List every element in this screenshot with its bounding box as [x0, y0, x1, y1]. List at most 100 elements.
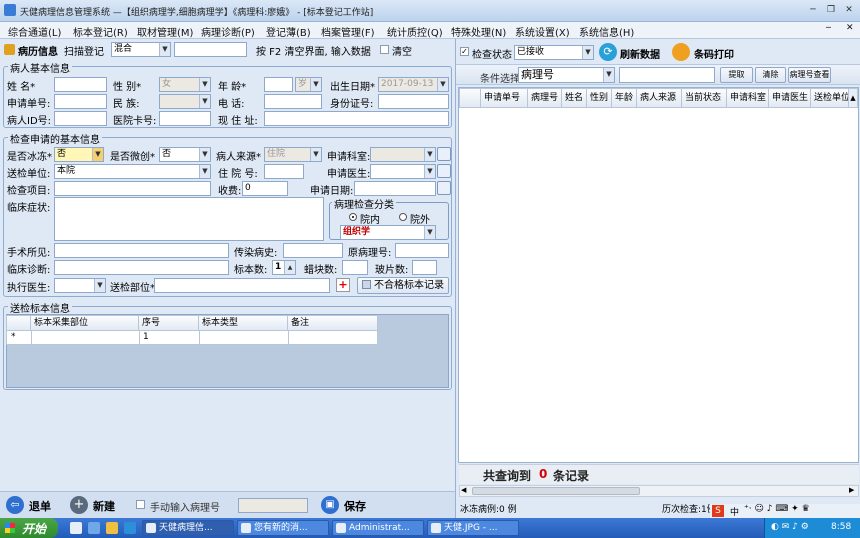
age-field[interactable] — [264, 77, 293, 92]
taskbar-item[interactable]: 您有新的消... — [237, 520, 329, 536]
quicklaunch-icon[interactable] — [106, 522, 118, 534]
scroll-up-icon[interactable]: ▲ — [848, 88, 858, 108]
card-field[interactable] — [159, 111, 211, 126]
menu-item[interactable]: 系统信息(H) — [579, 24, 634, 39]
table-row[interactable]: * 1 — [6, 330, 378, 345]
mdi-close-icon[interactable]: ✕ — [846, 23, 854, 33]
scan-mode-select[interactable]: 混合 ▼ — [111, 42, 171, 57]
menu-item[interactable]: 特殊处理(N) — [451, 24, 506, 39]
specimen-count-stepper[interactable]: 1 ▲ — [272, 260, 296, 275]
scroll-thumb[interactable] — [472, 487, 640, 495]
scroll-left-icon[interactable]: ◀ — [461, 486, 466, 494]
scroll-right-icon[interactable]: ▶ — [849, 486, 854, 494]
slide-field[interactable] — [412, 260, 437, 275]
new-button[interactable]: 新建 — [93, 498, 115, 514]
save-button[interactable]: 保存 — [344, 498, 366, 514]
mdi-minimize-icon[interactable]: ─ — [826, 23, 831, 32]
cond-select[interactable]: 病理号 ▼ — [518, 67, 615, 83]
age-unit-select[interactable]: 岁 ▼ — [295, 77, 322, 92]
send-unit-select[interactable]: 本院 ▼ — [54, 164, 211, 179]
cond-value-field[interactable] — [619, 67, 715, 83]
dob-field[interactable]: 2017-09-13 ▼ — [378, 77, 449, 92]
col-dept[interactable]: 申请科室 — [726, 88, 769, 108]
frozen-select[interactable]: 否 ▼ — [54, 147, 104, 162]
category-select[interactable]: 组织学 ▼ — [340, 225, 436, 240]
tray-icons[interactable]: ◐ ✉ ♪ ⚙ — [771, 522, 809, 532]
unqualified-record-button[interactable]: 不合格标本记录 — [357, 277, 449, 294]
col-path-no[interactable]: 病理号 — [527, 88, 562, 108]
col-req-no[interactable]: 申请单号 — [480, 88, 528, 108]
start-button[interactable]: 开始 — [0, 518, 58, 538]
quicklaunch-icon[interactable] — [70, 522, 82, 534]
infect-field[interactable] — [283, 243, 343, 258]
minimize-icon[interactable]: ─ — [806, 4, 820, 16]
part-field[interactable] — [154, 278, 330, 293]
symptom-textarea[interactable] — [54, 197, 324, 241]
ime-mode[interactable]: 中 — [730, 505, 739, 518]
quicklaunch-icon[interactable] — [124, 522, 136, 534]
radio-outside[interactable] — [399, 213, 407, 221]
barcode-print-button[interactable]: 条码打印 — [694, 46, 734, 61]
bed-field[interactable] — [264, 164, 304, 179]
menu-item[interactable]: 系统设置(X) — [515, 24, 570, 39]
name-field[interactable] — [54, 77, 107, 92]
status-select[interactable]: 已接收 ▼ — [514, 45, 594, 60]
taskbar-item[interactable]: Administrat... — [332, 520, 424, 536]
req-date-field[interactable] — [354, 181, 436, 196]
col-unit[interactable]: 送检单位 — [810, 88, 849, 108]
col-sex[interactable]: 性别 — [586, 88, 612, 108]
wax-field[interactable] — [342, 260, 368, 275]
sex-select[interactable]: 女 ▼ — [159, 77, 211, 92]
fee-field[interactable]: 0 — [242, 181, 288, 196]
surgery-field[interactable] — [54, 243, 229, 258]
close-icon[interactable]: ✕ — [842, 4, 856, 16]
quicklaunch-icon[interactable] — [88, 522, 100, 534]
menu-item[interactable]: 病理诊断(P) — [201, 24, 255, 39]
orig-no-field[interactable] — [395, 243, 449, 258]
fetch-button[interactable]: 提取 — [720, 67, 753, 83]
scan-input[interactable] — [174, 42, 247, 57]
barcode-icon[interactable] — [672, 43, 690, 61]
doctor-select[interactable]: ▼ — [370, 164, 436, 179]
back-icon[interactable]: ⇦ — [6, 496, 24, 514]
item-field[interactable] — [54, 181, 211, 196]
diag-field[interactable] — [54, 260, 229, 275]
col-site[interactable]: 标本采集部位 — [30, 315, 139, 331]
idcard-field[interactable] — [378, 94, 449, 109]
new-icon[interactable]: + — [70, 496, 88, 514]
add-part-icon[interactable]: + — [336, 278, 350, 292]
back-button[interactable]: 退单 — [29, 498, 51, 514]
menu-item[interactable]: 取材管理(M) — [137, 24, 193, 39]
clear-checkbox[interactable] — [380, 45, 389, 54]
history-button[interactable]: 病历信息 — [18, 43, 58, 58]
addr-field[interactable] — [264, 111, 449, 126]
save-icon[interactable]: ▣ — [321, 496, 339, 514]
menu-item[interactable]: 统计质控(Q) — [387, 24, 443, 39]
menu-item[interactable]: 标本登记(R) — [73, 24, 128, 39]
dept-select[interactable]: ▼ — [370, 147, 436, 162]
col-source[interactable]: 病人来源 — [636, 88, 682, 108]
clear-button[interactable]: 清除 — [755, 67, 786, 83]
nation-select[interactable]: ▼ — [159, 94, 211, 109]
binoculars-icon[interactable] — [437, 147, 451, 161]
col-seq[interactable]: 序号 — [138, 315, 199, 331]
pid-field[interactable] — [54, 111, 107, 126]
status-checkbox[interactable]: ✓ — [460, 47, 469, 56]
taskbar-item[interactable]: 天健.JPG - ... — [427, 520, 519, 536]
col-state[interactable]: 当前状态 — [681, 88, 727, 108]
binoculars-icon[interactable] — [437, 164, 451, 178]
col-type[interactable]: 标本类型 — [198, 315, 288, 331]
menu-item[interactable]: 综合通道(L) — [8, 24, 61, 39]
sogou-icon[interactable]: S — [712, 505, 724, 517]
phone-field[interactable] — [264, 94, 322, 109]
manual-input-field[interactable] — [238, 498, 308, 513]
refresh-icon[interactable]: ⟳ — [599, 43, 617, 61]
ime-tools-icon[interactable]: ⁺· ☺ ♪ ⌨ ✦ ♛ — [744, 504, 810, 514]
col-doctor[interactable]: 申请医生 — [768, 88, 811, 108]
calendar-icon[interactable] — [437, 181, 451, 195]
menu-item[interactable]: 登记薄(B) — [266, 24, 311, 39]
col-age[interactable]: 年龄 — [611, 88, 637, 108]
restore-icon[interactable]: ❐ — [824, 4, 838, 16]
taskbar-item[interactable]: 天健病理信... — [142, 520, 234, 536]
col-name[interactable]: 姓名 — [561, 88, 587, 108]
